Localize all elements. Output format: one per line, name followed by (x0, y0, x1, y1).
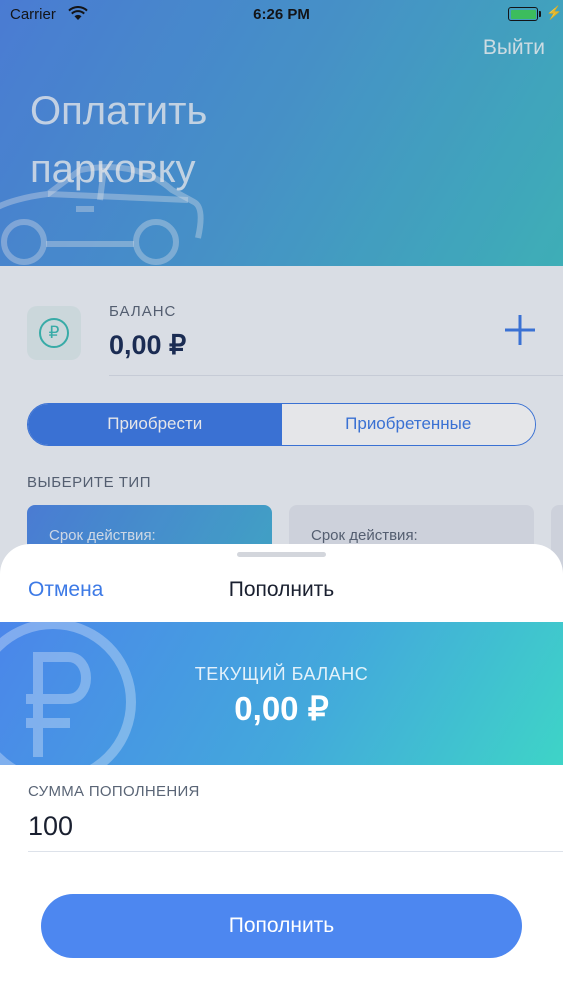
top-up-button[interactable]: Пополнить (41, 894, 522, 958)
current-balance-banner: ТЕКУЩИЙ БАЛАНС 0,00 ₽ (0, 622, 563, 765)
amount-input[interactable] (28, 802, 563, 852)
current-balance-value: 0,00 ₽ (234, 690, 329, 727)
current-balance-label: ТЕКУЩИЙ БАЛАНС (194, 664, 369, 684)
top-up-sheet: Отмена Пополнить ТЕКУЩИЙ БАЛАНС 0,00 ₽ С… (0, 544, 563, 1000)
sheet-title: Пополнить (228, 578, 335, 601)
sheet-grabber[interactable] (237, 552, 326, 557)
amount-label: СУММА ПОПОЛНЕНИЯ (28, 783, 200, 800)
